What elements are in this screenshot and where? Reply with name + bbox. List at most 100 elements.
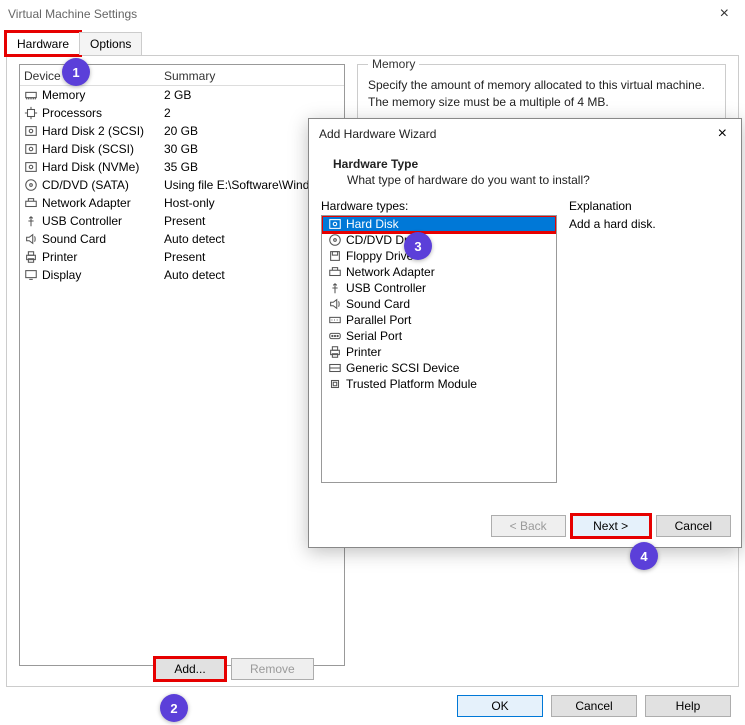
hardware-type-label: USB Controller (346, 281, 426, 295)
hardware-type-label: Hard Disk (346, 217, 399, 231)
tab-bar: Hardware Options (6, 32, 739, 55)
next-button[interactable]: Next > (572, 515, 650, 537)
sound-icon (328, 297, 342, 311)
hardware-type-item[interactable]: Printer (322, 344, 556, 360)
marker-3: 3 (404, 232, 432, 260)
memory-legend: Memory (368, 57, 419, 71)
titlebar: Virtual Machine Settings × (0, 0, 745, 28)
device-name: Hard Disk (SCSI) (42, 142, 134, 156)
hardware-type-label: Floppy Drive (346, 249, 413, 263)
wizard-subheading: What type of hardware do you want to ins… (333, 173, 717, 187)
window-title: Virtual Machine Settings (8, 7, 712, 21)
add-button[interactable]: Add... (155, 658, 225, 680)
dialog-buttons: OK Cancel Help (457, 695, 731, 717)
printer-icon (24, 250, 38, 264)
sound-icon (24, 232, 38, 246)
device-row[interactable]: Hard Disk (NVMe)35 GB (20, 158, 344, 176)
hardware-type-label: Sound Card (346, 297, 410, 311)
hardware-type-label: Serial Port (346, 329, 402, 343)
device-name: Processors (42, 106, 102, 120)
hardware-type-label: Network Adapter (346, 265, 435, 279)
memory-fieldset: Memory Specify the amount of memory allo… (357, 64, 726, 124)
scsi-icon (328, 361, 342, 375)
disk-icon (24, 124, 38, 138)
serial-icon (328, 329, 342, 343)
hardware-type-label: Parallel Port (346, 313, 411, 327)
col-device: Device (24, 69, 164, 83)
back-button: < Back (491, 515, 566, 537)
tpm-icon (328, 377, 342, 391)
hardware-type-item[interactable]: USB Controller (322, 280, 556, 296)
hardware-type-item[interactable]: Parallel Port (322, 312, 556, 328)
cd-icon (24, 178, 38, 192)
wizard-title: Add Hardware Wizard (319, 127, 714, 141)
usb-icon (328, 281, 342, 295)
hardware-types-list[interactable]: Hard DiskCD/DVD DriveFloppy Drive Network… (321, 215, 557, 483)
tab-options[interactable]: Options (79, 32, 142, 55)
parallel-icon (328, 313, 342, 327)
device-row[interactable]: Hard Disk (SCSI)30 GB (20, 140, 344, 158)
device-row[interactable]: Network AdapterHost-only (20, 194, 344, 212)
marker-1: 1 (62, 58, 90, 86)
close-icon[interactable]: × (712, 5, 737, 23)
device-row[interactable]: Processors2 (20, 104, 344, 122)
hardware-types-label: Hardware types: (321, 199, 557, 213)
hardware-type-item[interactable]: CD/DVD Drive (322, 232, 556, 248)
device-name: Memory (42, 88, 85, 102)
hardware-type-item[interactable]: Floppy Drive (322, 248, 556, 264)
wizard-footer: < Back Next > Cancel (491, 515, 731, 537)
hardware-type-item[interactable]: Sound Card (322, 296, 556, 312)
disk-icon (328, 217, 342, 231)
device-name: CD/DVD (SATA) (42, 178, 129, 192)
cpu-icon (24, 106, 38, 120)
device-name: Hard Disk (NVMe) (42, 160, 139, 174)
device-row[interactable]: Memory 2 GB (20, 86, 344, 104)
device-row[interactable]: DisplayAuto detect (20, 266, 344, 284)
add-remove-bar: Add... Remove (155, 658, 314, 680)
col-summary: Summary (164, 69, 340, 83)
device-row[interactable]: Hard Disk 2 (SCSI)20 GB (20, 122, 344, 140)
hardware-type-item[interactable]: Trusted Platform Module (322, 376, 556, 392)
hardware-type-label: Generic SCSI Device (346, 361, 459, 375)
device-name: USB Controller (42, 214, 122, 228)
disk-icon (24, 160, 38, 174)
device-row[interactable]: USB ControllerPresent (20, 212, 344, 230)
device-row[interactable]: Sound CardAuto detect (20, 230, 344, 248)
ok-button[interactable]: OK (457, 695, 543, 717)
hardware-type-item[interactable]: Hard Disk (322, 216, 556, 232)
explanation-text: Add a hard disk. (569, 217, 729, 231)
device-list: Device Summary Memory2 GBProcessors2Hard… (19, 64, 345, 666)
hardware-type-label: Printer (346, 345, 381, 359)
net-icon (24, 196, 38, 210)
printer-icon (328, 345, 342, 359)
hardware-type-item[interactable]: Generic SCSI Device (322, 360, 556, 376)
help-button[interactable]: Help (645, 695, 731, 717)
wizard-titlebar: Add Hardware Wizard × (309, 119, 741, 149)
memory-icon (24, 88, 38, 102)
explanation-label: Explanation (569, 199, 729, 213)
device-name: Network Adapter (42, 196, 131, 210)
device-row[interactable]: PrinterPresent (20, 248, 344, 266)
device-name: Sound Card (42, 232, 106, 246)
device-name: Hard Disk 2 (SCSI) (42, 124, 144, 138)
wizard-close-icon[interactable]: × (714, 125, 731, 143)
device-row[interactable]: CD/DVD (SATA)Using file E:\Software\Wind… (20, 176, 344, 194)
marker-4: 4 (630, 542, 658, 570)
usb-icon (24, 214, 38, 228)
hardware-type-item[interactable]: Network Adapter (322, 264, 556, 280)
wizard-left: Hardware types: Hard DiskCD/DVD DriveFlo… (321, 199, 557, 489)
floppy-icon (328, 249, 342, 263)
wizard-cancel-button[interactable]: Cancel (656, 515, 731, 537)
disk-icon (24, 142, 38, 156)
remove-button: Remove (231, 658, 314, 680)
wizard-heading: Hardware Type (333, 157, 717, 171)
device-summary: 2 GB (164, 88, 340, 102)
hardware-type-item[interactable]: Serial Port (322, 328, 556, 344)
tab-hardware[interactable]: Hardware (6, 32, 80, 55)
device-name: Display (42, 268, 81, 282)
cancel-button[interactable]: Cancel (551, 695, 637, 717)
hardware-type-label: Trusted Platform Module (346, 377, 477, 391)
memory-text: Specify the amount of memory allocated t… (368, 77, 715, 111)
cd-icon (328, 233, 342, 247)
add-hardware-wizard: Add Hardware Wizard × Hardware Type What… (308, 118, 742, 548)
